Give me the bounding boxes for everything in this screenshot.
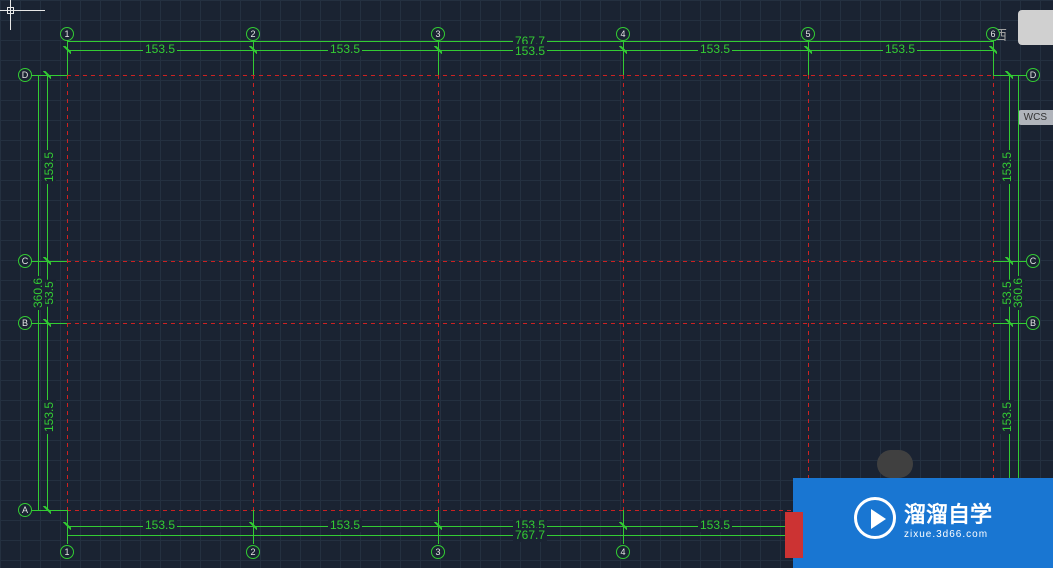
dim-ext-top	[438, 35, 439, 75]
dim-tick	[43, 319, 51, 327]
dim-tick	[619, 46, 627, 54]
grid-line-2[interactable]	[253, 75, 254, 510]
watermark-brand: 溜溜自学	[904, 497, 992, 529]
dim-bottom-span[interactable]: 153.5	[143, 518, 177, 532]
grid-line-6[interactable]	[993, 75, 994, 510]
dim-tick	[804, 46, 812, 54]
grid-bubble-B[interactable]: B	[18, 316, 32, 330]
grid-bubble-2b[interactable]: 2	[246, 545, 260, 559]
grid-bubble-3b[interactable]: 3	[431, 545, 445, 559]
dim-ext-top	[253, 35, 254, 75]
watermark-url: zixue.3d66.com	[904, 529, 988, 540]
grid-line-B[interactable]	[67, 323, 993, 324]
grid-bubble-5[interactable]: 5	[801, 27, 815, 41]
grid-bubble-Dr[interactable]: D	[1026, 68, 1040, 82]
dim-top-span[interactable]: 153.5	[698, 42, 732, 56]
grid-bubble-4b[interactable]: 4	[616, 545, 630, 559]
play-icon	[854, 497, 896, 539]
dim-tick	[619, 522, 627, 530]
dim-tick	[249, 46, 257, 54]
dim-right-total[interactable]: 360.6	[1011, 276, 1025, 310]
wcs-badge[interactable]: WCS	[1018, 110, 1053, 125]
dim-tick	[249, 522, 257, 530]
watermark-banner: 溜溜自学 zixue.3d66.com	[793, 468, 1053, 568]
grid-bubble-C[interactable]: C	[18, 254, 32, 268]
dim-tick	[63, 522, 71, 530]
dim-top-span[interactable]: 153.5	[883, 42, 917, 56]
dim-top-span[interactable]: 153.5	[328, 42, 362, 56]
dim-ext-top	[67, 35, 68, 75]
dim-ext-top	[993, 35, 994, 75]
cursor-crosshair	[0, 0, 45, 30]
dim-tick	[1005, 319, 1013, 327]
view-cube[interactable]: 西	[993, 10, 1053, 70]
dim-tick	[63, 46, 71, 54]
dim-ext-top	[808, 35, 809, 75]
dim-tick	[1005, 71, 1013, 79]
dim-tick	[43, 71, 51, 79]
grid-line-C[interactable]	[67, 261, 993, 262]
dim-bottom-span[interactable]: 153.5	[328, 518, 362, 532]
dim-top-span[interactable]: 153.5	[143, 42, 177, 56]
dim-left-total[interactable]: 360.6	[31, 276, 45, 310]
dim-tick	[989, 46, 997, 54]
grid-line-4[interactable]	[623, 75, 624, 510]
grid-bubble-4[interactable]: 4	[616, 27, 630, 41]
dim-tick	[43, 257, 51, 265]
grid-line-5[interactable]	[808, 75, 809, 510]
grid-bubble-Cr[interactable]: C	[1026, 254, 1040, 268]
dim-bottom-span[interactable]: 153.5	[698, 518, 732, 532]
dim-right-span[interactable]: 153.5	[1000, 150, 1014, 184]
grid-bubble-1b[interactable]: 1	[60, 545, 74, 559]
grid-bubble-D[interactable]: D	[18, 68, 32, 82]
dim-right-span[interactable]: 153.5	[1000, 400, 1014, 434]
dim-tick	[434, 522, 442, 530]
dim-bottom-total[interactable]: 767.7	[513, 528, 547, 542]
grid-line-3[interactable]	[438, 75, 439, 510]
dim-ext-top	[623, 35, 624, 75]
grid-line-D[interactable]	[67, 75, 993, 76]
dim-left-span[interactable]: 153.5	[42, 400, 56, 434]
grid-bubble-Br[interactable]: B	[1026, 316, 1040, 330]
dim-top-span[interactable]: 153.5	[513, 44, 547, 58]
grid-bubble-1[interactable]: 1	[60, 27, 74, 41]
grid-bubble-3[interactable]: 3	[431, 27, 445, 41]
grid-bubble-6[interactable]: 6	[986, 27, 1000, 41]
grid-bubble-2[interactable]: 2	[246, 27, 260, 41]
dim-tick	[434, 46, 442, 54]
dim-left-span[interactable]: 153.5	[42, 150, 56, 184]
dim-tick	[43, 506, 51, 514]
grid-bubble-A[interactable]: A	[18, 503, 32, 517]
grid-line-1[interactable]	[67, 75, 68, 510]
dim-tick	[1005, 257, 1013, 265]
